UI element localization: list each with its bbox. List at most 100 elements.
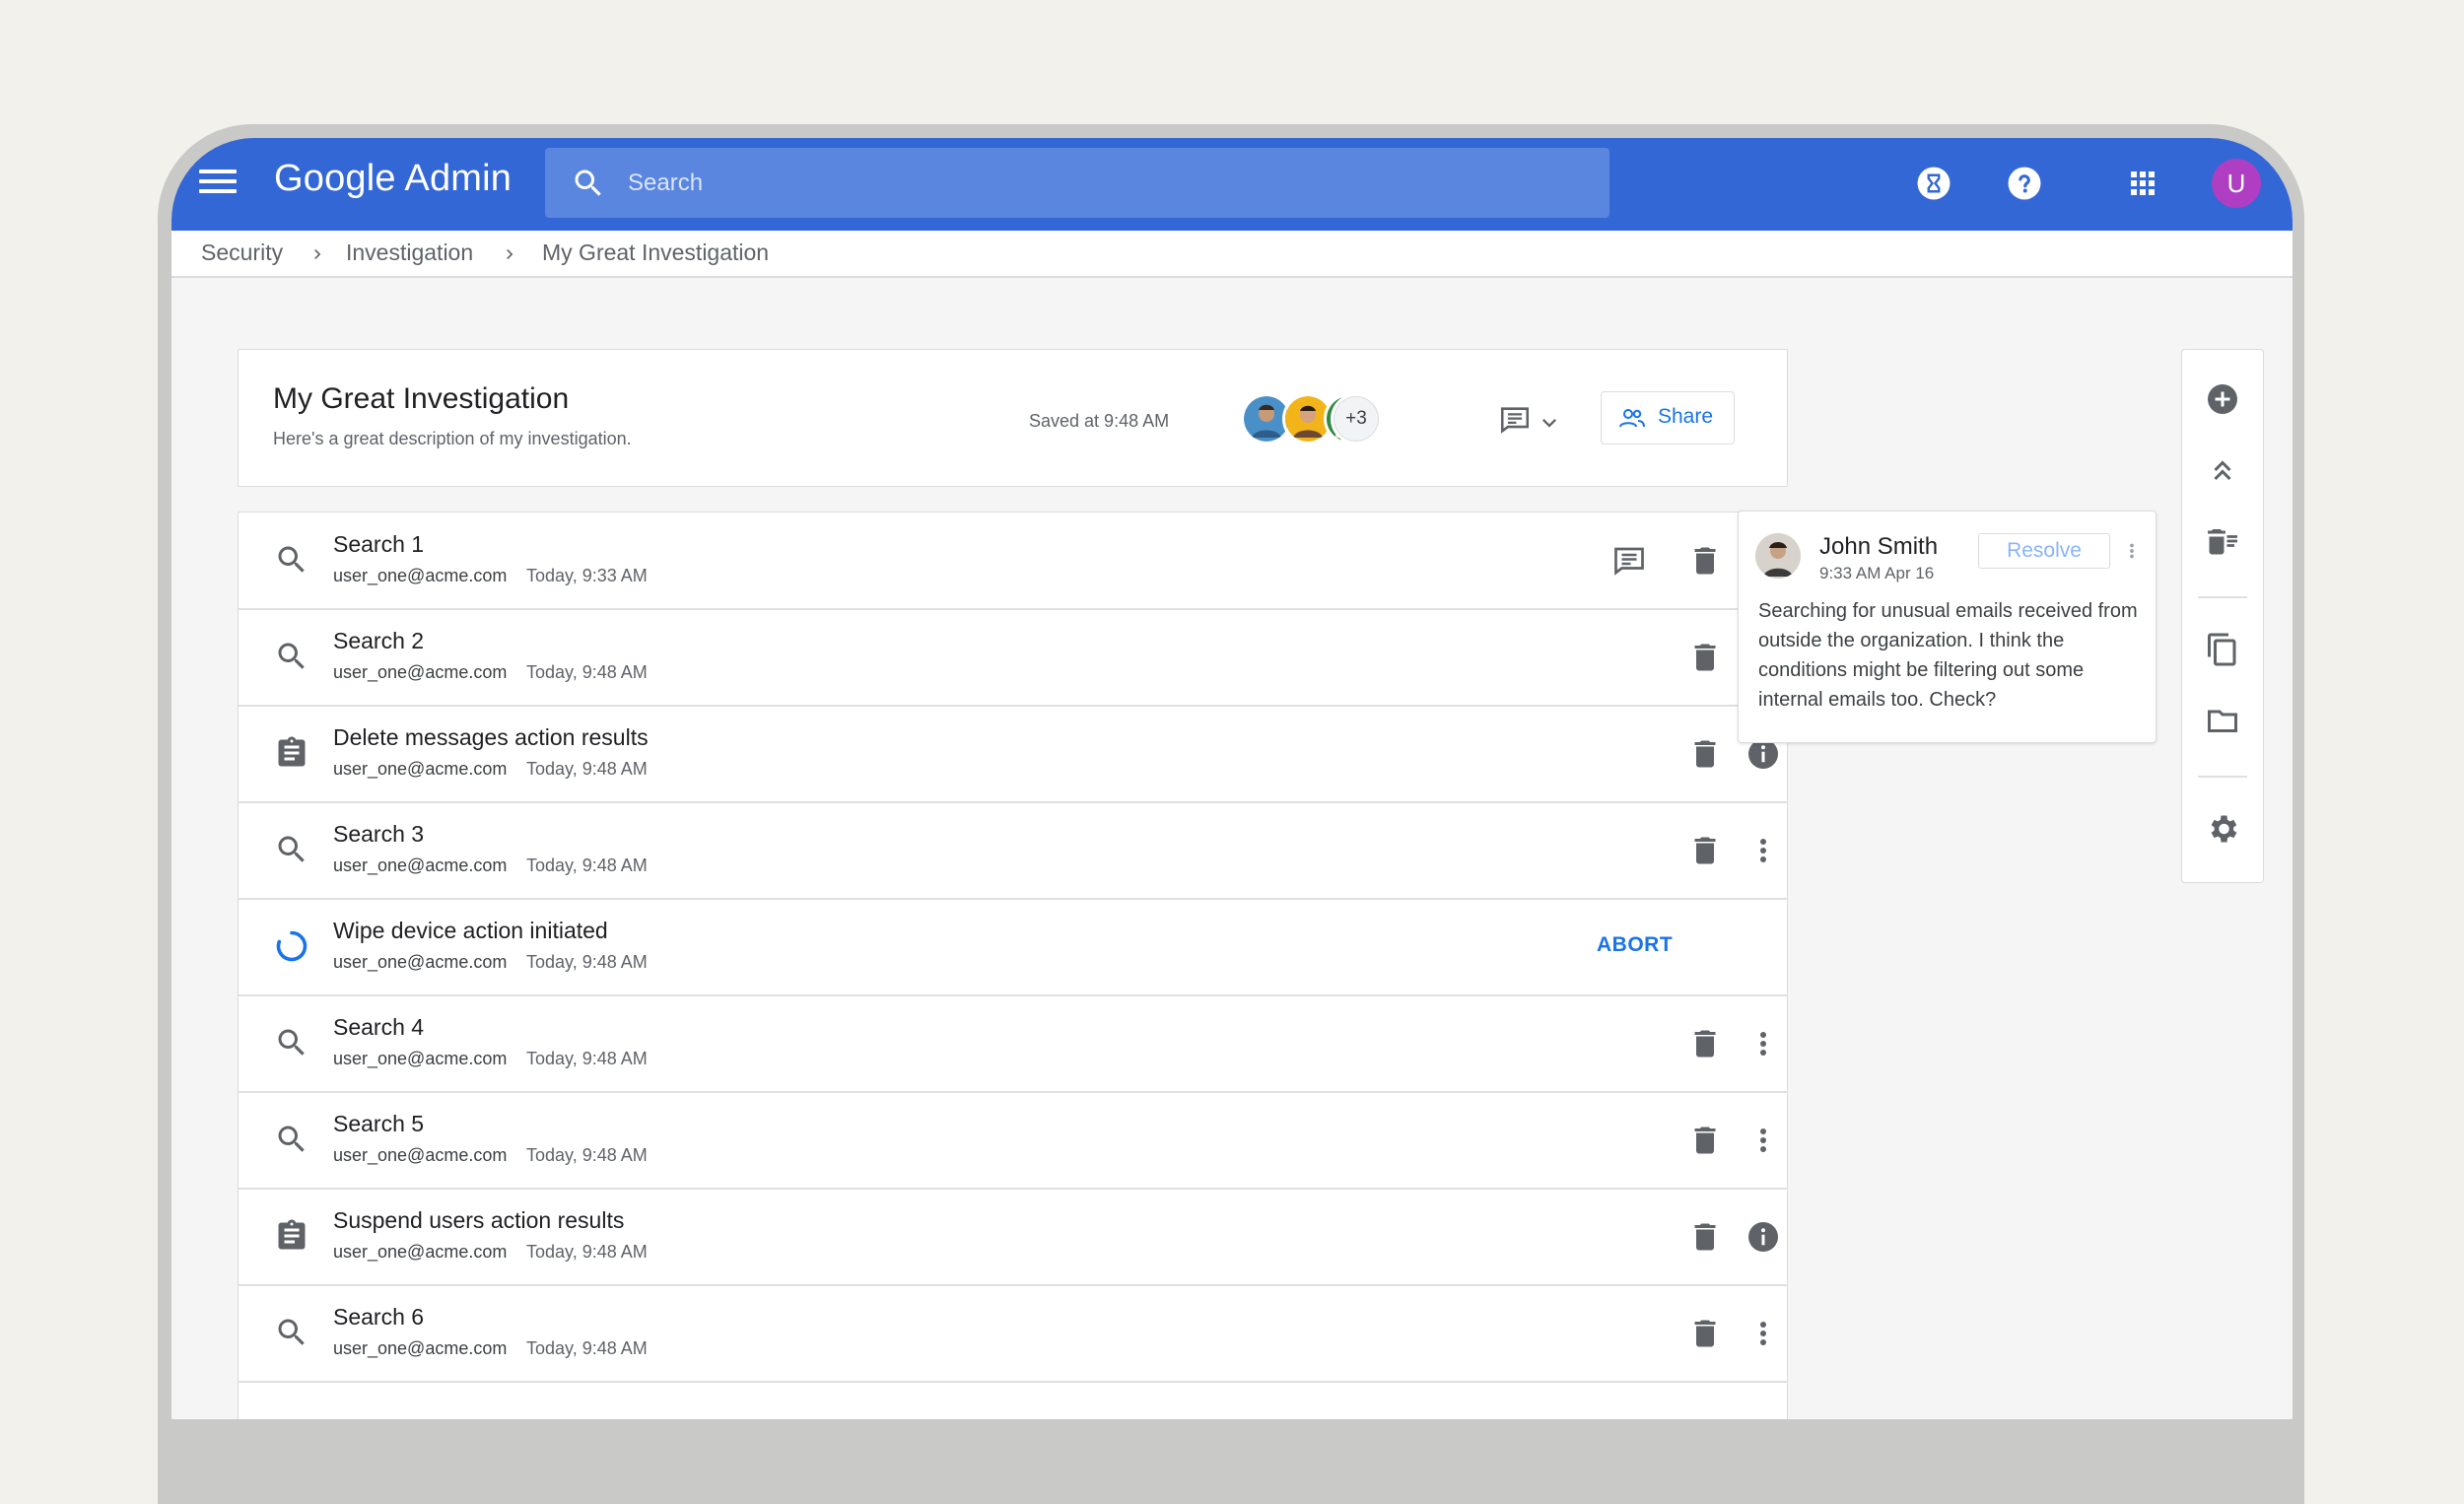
help-icon[interactable] <box>2007 166 2042 201</box>
comment-icon[interactable] <box>1611 543 1647 579</box>
item-time: Today, 9:48 AM <box>526 952 648 972</box>
apps-grid-icon[interactable] <box>2125 166 2160 201</box>
abort-button[interactable]: ABORT <box>1597 933 1673 957</box>
item-user: user_one@acme.com <box>333 662 508 682</box>
toolbar-divider <box>2198 776 2247 778</box>
delete-list-icon[interactable] <box>2205 523 2240 559</box>
delete-icon[interactable] <box>1687 833 1723 868</box>
delete-icon[interactable] <box>1687 736 1723 772</box>
list-item[interactable]: Search 5 user_one@acme.com Today, 9:48 A… <box>239 1092 1787 1190</box>
info-icon[interactable] <box>1745 1219 1781 1255</box>
item-title: Search 3 <box>333 821 425 847</box>
item-time: Today, 9:48 AM <box>526 1049 648 1068</box>
comment-author: John Smith <box>1819 533 1939 560</box>
delete-icon[interactable] <box>1687 1026 1723 1061</box>
search-icon <box>278 1126 305 1152</box>
search-icon <box>278 643 305 669</box>
add-circle-icon[interactable] <box>2205 381 2240 417</box>
breadcrumb: Security Investigation My Great Investig… <box>171 231 2293 278</box>
item-time: Today, 9:48 AM <box>526 759 648 779</box>
item-title: Wipe device action initiated <box>333 918 608 943</box>
item-user: user_one@acme.com <box>333 759 508 779</box>
people-icon <box>1619 409 1645 428</box>
investigation-header: My Great Investigation Here's a great de… <box>238 349 1788 487</box>
more-vert-icon[interactable] <box>1745 1316 1781 1351</box>
search-icon <box>278 1319 305 1345</box>
chevron-right-icon <box>314 249 321 259</box>
comment-icon <box>1500 407 1530 434</box>
delete-icon[interactable] <box>1687 543 1723 579</box>
item-time: Today, 9:48 AM <box>526 1145 648 1165</box>
list-item[interactable]: Wipe device action initiated user_one@ac… <box>239 899 1787 996</box>
more-vert-icon[interactable] <box>1745 1123 1781 1158</box>
clipboard-icon <box>278 736 306 767</box>
item-user: user_one@acme.com <box>333 1242 508 1262</box>
more-collaborators-badge[interactable]: +3 <box>1331 393 1382 444</box>
list-item[interactable]: Suspend users action results user_one@ac… <box>239 1189 1787 1286</box>
search-input[interactable]: Search <box>545 148 1609 218</box>
loading-spinner-icon <box>276 930 308 962</box>
toolbar-divider <box>2198 596 2247 598</box>
hourglass-icon[interactable] <box>1916 166 1951 201</box>
user-avatar[interactable]: U <box>2212 159 2261 208</box>
settings-gear-icon[interactable] <box>2205 811 2240 847</box>
list-item[interactable]: Delete messages action results user_one@… <box>239 706 1787 803</box>
search-icon <box>575 170 601 196</box>
breadcrumb-investigation[interactable]: Investigation <box>346 239 473 266</box>
item-user: user_one@acme.com <box>333 1049 508 1068</box>
copy-icon[interactable] <box>2205 632 2240 667</box>
item-user: user_one@acme.com <box>333 566 508 585</box>
share-button[interactable]: Share <box>1601 391 1735 444</box>
comment-card: John Smith 9:33 AM Apr 16 Resolve Search… <box>1738 511 2156 743</box>
more-vert-icon[interactable] <box>2121 537 2143 565</box>
list-item[interactable]: Search 3 user_one@acme.com Today, 9:48 A… <box>239 802 1787 900</box>
chevron-right-icon <box>507 249 513 259</box>
item-title: Search 5 <box>333 1111 425 1136</box>
item-user: user_one@acme.com <box>333 855 508 875</box>
delete-icon[interactable] <box>1687 640 1723 675</box>
clipboard-icon <box>278 1219 306 1250</box>
more-vert-icon[interactable] <box>1745 1026 1781 1061</box>
comments-dropdown[interactable] <box>1498 403 1563 442</box>
investigation-list: Search 1 user_one@acme.com Today, 9:33 A… <box>238 512 1788 1419</box>
search-placeholder: Search <box>628 170 704 196</box>
item-user: user_one@acme.com <box>333 1338 508 1358</box>
item-title: Search 6 <box>333 1304 425 1330</box>
delete-icon[interactable] <box>1687 1123 1723 1158</box>
saved-status: Saved at 9:48 AM <box>1029 411 1170 431</box>
list-item[interactable]: Search 6 user_one@acme.com Today, 9:48 A… <box>239 1285 1787 1383</box>
comment-time: 9:33 AM Apr 16 <box>1819 564 1935 582</box>
screen: Google Admin Search U Security Investiga… <box>171 138 2293 1419</box>
more-vert-icon[interactable] <box>1745 833 1781 868</box>
page-description[interactable]: Here's a great description of my investi… <box>273 429 632 449</box>
brand-logo[interactable]: Google Admin <box>274 158 512 200</box>
list-item[interactable]: Search 4 user_one@acme.com Today, 9:48 A… <box>239 995 1787 1093</box>
item-title: Search 4 <box>333 1014 425 1040</box>
breadcrumb-current: My Great Investigation <box>542 239 770 265</box>
chevron-down-icon <box>1542 419 1557 428</box>
item-user: user_one@acme.com <box>333 1145 508 1165</box>
list-item[interactable]: Search 2 user_one@acme.com Today, 9:48 A… <box>239 609 1787 707</box>
list-item[interactable]: Search 1 user_one@acme.com Today, 9:33 A… <box>239 513 1787 610</box>
item-user: user_one@acme.com <box>333 952 508 972</box>
folder-icon[interactable] <box>2205 703 2240 738</box>
comment-text: Searching for unusual emails received fr… <box>1758 600 2138 711</box>
collapse-all-icon[interactable] <box>2205 452 2240 488</box>
breadcrumb-security[interactable]: Security <box>201 239 283 266</box>
comment-author-avatar[interactable] <box>1755 533 1801 579</box>
item-title: Delete messages action results <box>333 724 649 750</box>
menu-icon[interactable] <box>199 166 237 203</box>
app-bar: Google Admin Search U <box>171 138 2293 231</box>
search-icon <box>278 836 305 862</box>
item-time: Today, 9:48 AM <box>526 855 648 875</box>
item-time: Today, 9:48 AM <box>526 1242 648 1262</box>
resolve-button[interactable]: Resolve <box>1978 533 2110 569</box>
page-title[interactable]: My Great Investigation <box>273 382 569 416</box>
item-title: Suspend users action results <box>333 1207 625 1233</box>
delete-icon[interactable] <box>1687 1316 1723 1351</box>
delete-icon[interactable] <box>1687 1219 1723 1255</box>
item-time: Today, 9:48 AM <box>526 1338 648 1358</box>
search-icon <box>278 1029 305 1056</box>
share-label: Share <box>1658 405 1714 428</box>
item-title: Search 1 <box>333 531 425 557</box>
